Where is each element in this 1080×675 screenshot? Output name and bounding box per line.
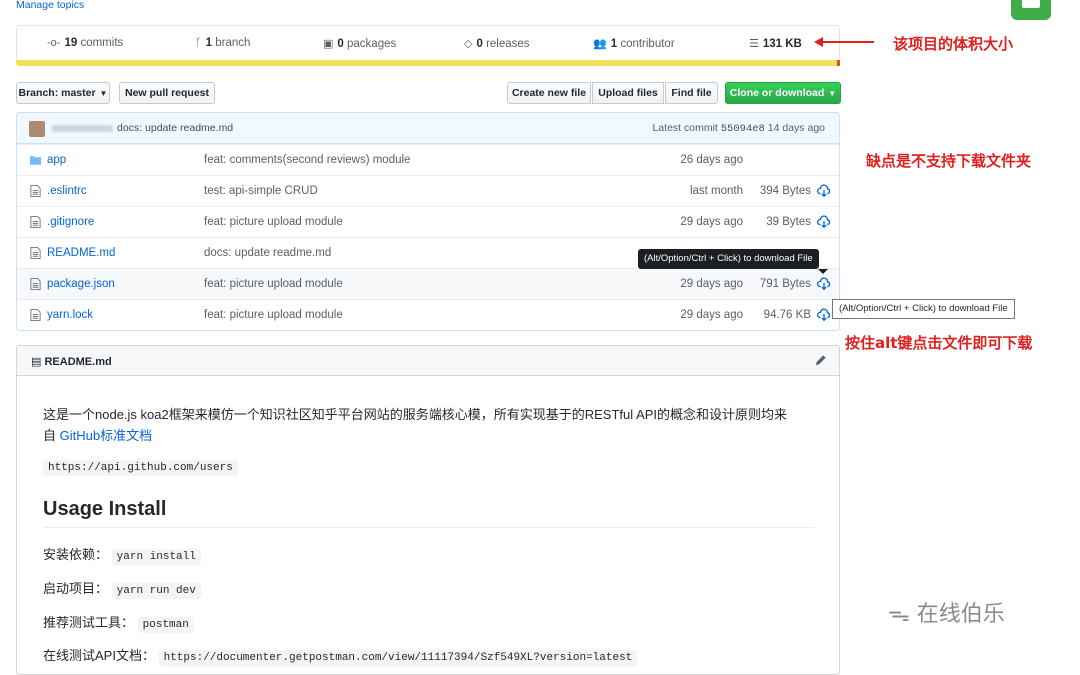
table-row[interactable]: .gitignore feat: picture upload module 2… bbox=[17, 206, 839, 237]
file-name[interactable]: app bbox=[47, 154, 66, 166]
table-row[interactable]: app feat: comments(second reviews) modul… bbox=[17, 144, 839, 175]
avatar[interactable] bbox=[29, 121, 45, 137]
file-table: docs: update readme.md Latest commit 550… bbox=[16, 112, 840, 331]
file-age: 29 days ago bbox=[680, 309, 743, 321]
usage-install-heading: Usage Install bbox=[43, 498, 167, 520]
file-commit-message[interactable]: feat: picture upload module bbox=[204, 216, 343, 228]
file-size: 394 Bytes bbox=[759, 185, 811, 197]
file-name[interactable]: yarn.lock bbox=[47, 309, 93, 321]
file-commit-message[interactable]: feat: comments(second reviews) module bbox=[204, 154, 410, 166]
file-commit-message[interactable]: test: api-simple CRUD bbox=[204, 185, 318, 197]
annotation-size-note: 该项目的体积大小 bbox=[893, 35, 1014, 53]
install-command: yarn install bbox=[111, 549, 201, 565]
download-tooltip-dark: (Alt/Option/Ctrl + Click) to download Fi… bbox=[638, 249, 828, 274]
tag-icon: ◇ bbox=[464, 38, 473, 50]
book-icon: ▤ bbox=[31, 356, 42, 368]
latest-commit-bar: docs: update readme.md Latest commit 550… bbox=[17, 113, 839, 144]
readme-title: ▤ README.md bbox=[31, 356, 112, 368]
annotation-alt-note: 按住alt键点击文件即可下载 bbox=[845, 334, 1033, 352]
commit-icon: -o- bbox=[47, 37, 61, 49]
file-icon bbox=[30, 216, 41, 228]
table-row[interactable]: yarn.lock feat: picture upload module 29… bbox=[17, 299, 839, 330]
create-new-file-button[interactable]: Create new file bbox=[507, 82, 591, 104]
stat-releases[interactable]: ◇ 0 releases bbox=[464, 37, 530, 50]
stat-size: ☰ 131 KB bbox=[749, 38, 802, 50]
file-name[interactable]: .gitignore bbox=[47, 216, 94, 228]
cloud-download-icon[interactable] bbox=[817, 308, 831, 322]
pencil-icon[interactable] bbox=[814, 354, 827, 367]
readme-intro-line-1: 这是一个node.js koa2框架来模仿一个知识社区知乎平台网站的服务端核心模… bbox=[43, 407, 787, 422]
annotation-arrow-head bbox=[814, 37, 823, 47]
stat-contributor[interactable]: 👥 1 contributor bbox=[593, 37, 675, 50]
file-icon bbox=[30, 309, 41, 321]
readme-header: ▤ README.md bbox=[17, 346, 839, 376]
file-age: last month bbox=[689, 185, 743, 197]
readme-tool-line: 推荐测试工具： postman bbox=[43, 612, 194, 633]
file-icon bbox=[30, 247, 41, 259]
api-url-code: https://api.github.com/users bbox=[43, 460, 238, 476]
file-name[interactable]: package.json bbox=[47, 278, 115, 290]
caret-down-icon: ▼ bbox=[828, 88, 837, 98]
file-icon bbox=[30, 185, 41, 197]
cloud-download-icon[interactable] bbox=[817, 277, 831, 291]
stat-branch[interactable]: ᚴ1 branch bbox=[195, 37, 250, 49]
file-name[interactable]: README.md bbox=[47, 247, 115, 259]
latest-commit-message[interactable]: docs: update readme.md bbox=[117, 122, 233, 134]
file-age: 29 days ago bbox=[680, 216, 743, 228]
tool-name: postman bbox=[137, 617, 194, 633]
logo-badge bbox=[1011, 0, 1051, 20]
file-name[interactable]: .eslintrc bbox=[47, 185, 87, 197]
commit-sha[interactable]: 55094e8 bbox=[721, 123, 765, 135]
branch-select-button[interactable]: Branch: master ▼ bbox=[16, 82, 110, 104]
commit-age: 14 days ago bbox=[767, 122, 825, 134]
author-name-blurred bbox=[51, 125, 113, 132]
file-size: 94.76 KB bbox=[763, 309, 811, 321]
github-docs-link[interactable]: GitHub标准文档 bbox=[60, 428, 152, 443]
stat-packages[interactable]: ▣ 0 packages bbox=[323, 37, 396, 50]
file-size: 39 Bytes bbox=[766, 216, 811, 228]
branch-icon: ᚴ bbox=[195, 37, 202, 49]
annotation-folder-note: 缺点是不支持下载文件夹 bbox=[866, 152, 1032, 170]
doc-url-code: https://documenter.getpostman.com/view/1… bbox=[158, 650, 638, 666]
clone-or-download-button[interactable]: Clone or download ▼ bbox=[725, 82, 841, 104]
find-file-button[interactable]: Find file bbox=[665, 82, 718, 104]
readme-start-line: 启动项目： yarn run dev bbox=[43, 578, 201, 599]
manage-topics-link[interactable]: Manage topics bbox=[16, 0, 84, 11]
table-row[interactable]: .eslintrc test: api-simple CRUD last mon… bbox=[17, 175, 839, 206]
file-commit-message[interactable]: docs: update readme.md bbox=[204, 247, 331, 259]
database-icon: ☰ bbox=[749, 38, 759, 50]
upload-files-button[interactable]: Upload files bbox=[592, 82, 664, 104]
table-row[interactable]: package.json feat: picture upload module… bbox=[17, 268, 839, 299]
clone-or-download-label: Clone or download bbox=[729, 87, 825, 99]
watermark: ᯓ 在线伯乐 bbox=[888, 602, 1005, 627]
language-bar[interactable] bbox=[16, 60, 840, 66]
folder-icon bbox=[30, 156, 41, 165]
latest-commit-info: Latest commit 55094e8 14 days ago bbox=[652, 122, 825, 135]
stat-commits[interactable]: -o- 19 commits bbox=[47, 37, 123, 49]
caret-down-icon: ▼ bbox=[99, 88, 108, 98]
heading-divider bbox=[43, 527, 814, 528]
annotation-arrow-line bbox=[818, 41, 874, 43]
start-command: yarn run dev bbox=[111, 583, 201, 599]
wechat-icon: ᯓ bbox=[888, 602, 910, 627]
file-icon bbox=[30, 278, 41, 290]
repo-stats-bar: -o- 19 commits ᚴ1 branch ▣ 0 packages ◇ 0 r… bbox=[16, 25, 840, 61]
file-age: 26 days ago bbox=[680, 154, 743, 166]
file-size: 791 Bytes bbox=[759, 278, 811, 290]
file-age: 29 days ago bbox=[680, 278, 743, 290]
cloud-download-icon[interactable] bbox=[817, 184, 831, 198]
package-icon: ▣ bbox=[323, 38, 334, 50]
readme-install-line: 安装依赖： yarn install bbox=[43, 544, 201, 565]
branch-select-label: Branch: master bbox=[18, 87, 96, 99]
file-commit-message[interactable]: feat: picture upload module bbox=[204, 278, 343, 290]
file-commit-message[interactable]: feat: picture upload module bbox=[204, 309, 343, 321]
readme-panel: ▤ README.md 这是一个node.js koa2框架来模仿一个知识社区知… bbox=[16, 345, 840, 675]
readme-intro-line-2: 自 GitHub标准文档 bbox=[43, 428, 153, 443]
readme-api-url: https://api.github.com/users bbox=[43, 458, 238, 476]
download-tooltip-light: (Alt/Option/Ctrl + Click) to download Fi… bbox=[832, 299, 1015, 319]
people-icon: 👥 bbox=[593, 38, 607, 50]
readme-doc-line: 在线测试API文档： https://documenter.getpostman… bbox=[43, 645, 638, 666]
new-pull-request-button[interactable]: New pull request bbox=[119, 82, 215, 104]
cloud-download-icon[interactable] bbox=[817, 215, 831, 229]
